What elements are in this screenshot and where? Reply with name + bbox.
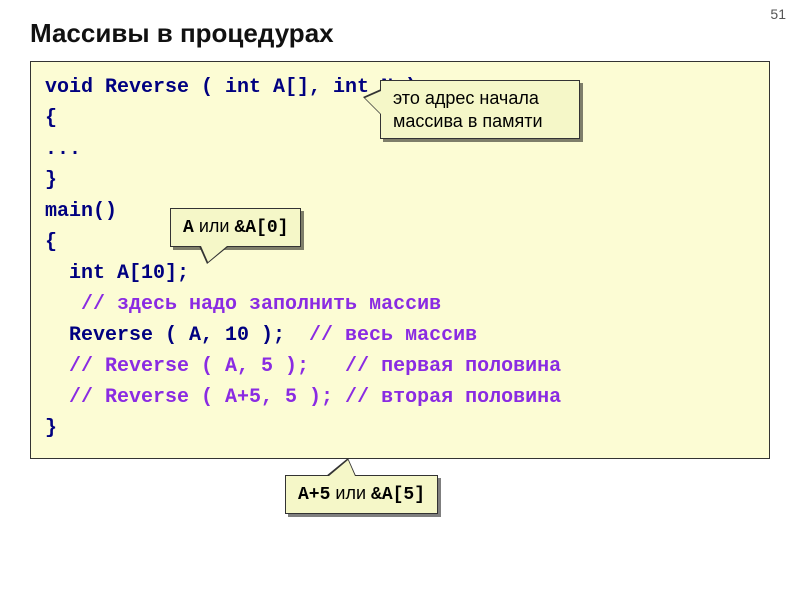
code-line-12: } [45,417,57,440]
code-l10-comment: // Reverse ( A, 5 ); // первая половина [69,355,561,378]
code-line-11: // Reverse ( A+5, 5 ); // вторая половин… [45,386,561,409]
code-l11a [45,386,69,409]
code-l11-comment: // Reverse ( A+5, 5 ); // вторая половин… [69,386,561,409]
callout-2-code-a0: &A[0] [234,218,288,238]
code-l8a [45,293,81,316]
code-line-5: main() [45,200,117,223]
callout-a5-or-a5idx: A+5 или &A[5] [285,475,438,514]
callout-a-or-a0: A или &A[0] [170,208,301,247]
code-line-3: ... [45,138,81,161]
callout-tail-icon [326,458,356,476]
code-line-10: // Reverse ( A, 5 ); // первая половина [45,355,561,378]
code-line-4: } [45,169,57,192]
callout-3-code-a5: A+5 [298,485,330,505]
callout-tail-icon [199,246,229,264]
code-l10a [45,355,69,378]
callout-tail-icon [363,89,381,115]
callout-1-line1: это адрес начала [393,87,567,110]
callout-2-or: или [194,216,235,236]
code-line-6: { [45,231,57,254]
code-line-9: Reverse ( A, 10 ); // весь массив [45,324,477,347]
code-line-7: int A[10]; [45,262,189,285]
slide: 51 Массивы в процедурах void Reverse ( i… [0,0,800,600]
slide-title: Массивы в процедурах [30,18,770,49]
callout-3-code-a5idx: &A[5] [371,485,425,505]
callout-2-code-a: A [183,218,194,238]
code-l9a: Reverse ( A, 10 ); [45,324,309,347]
code-line-2: { [45,107,57,130]
code-l8-comment: // здесь надо заполнить массив [81,293,441,316]
code-line-8: // здесь надо заполнить массив [45,293,441,316]
page-number: 51 [770,6,786,22]
code-line-1: void Reverse ( int A[], int N ) [45,76,417,99]
callout-address-note: это адрес начала массива в памяти [380,80,580,139]
callout-3-or: или [330,483,371,503]
callout-1-line2: массива в памяти [393,110,567,133]
code-l9-comment: // весь массив [309,324,477,347]
